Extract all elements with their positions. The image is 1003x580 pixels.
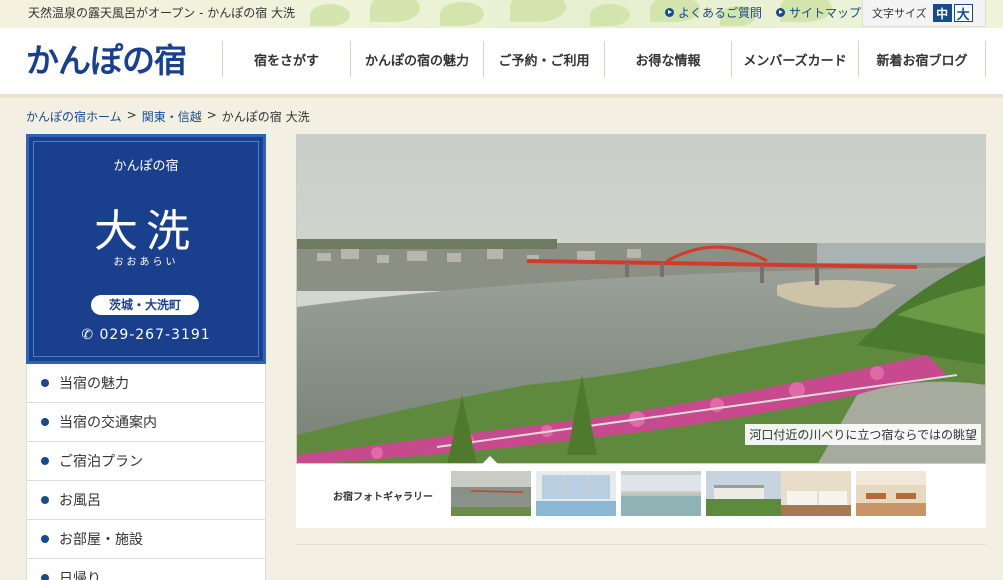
- side-item-day-trip[interactable]: 日帰り: [26, 559, 266, 580]
- hotel-brand: かんぽの宿: [113, 159, 179, 174]
- breadcrumb-region[interactable]: 関東・信越: [142, 108, 202, 125]
- nav-appeal[interactable]: かんぽの宿の魅力: [350, 41, 483, 77]
- header-divider: [0, 94, 1003, 98]
- side-menu: 当宿の魅力 当宿の交通案内 ご宿泊プラン お風呂 お部屋・施設 日帰り: [26, 364, 266, 580]
- main-nav: 宿をさがす かんぽの宿の魅力 ご予約・ご利用 お得な情報 メンバーズカード 新着…: [222, 41, 986, 77]
- side-item-rooms[interactable]: お部屋・施設: [26, 520, 266, 559]
- top-links: よくあるご質問 サイトマップ: [665, 4, 861, 21]
- photo-gallery: お宿フォトギャラリー: [296, 456, 986, 528]
- bullet-icon: [41, 379, 49, 387]
- nav-members-card[interactable]: メンバーズカード: [731, 41, 858, 77]
- nav-search-hotels[interactable]: 宿をさがす: [222, 41, 350, 77]
- font-size-large-button[interactable]: 大: [953, 4, 973, 23]
- side-item-appeal[interactable]: 当宿の魅力: [26, 364, 266, 403]
- top-banner: 天然温泉の露天風呂がオープン - かんぽの宿 大洗 よくあるご質問 サイトマップ…: [0, 0, 1003, 28]
- font-size-switcher: 文字サイズ 中 大: [862, 0, 986, 27]
- breadcrumb-home[interactable]: かんぽの宿ホーム: [26, 108, 122, 125]
- gallery-pointer-icon: [482, 456, 498, 464]
- bridge-view-thumb: [451, 471, 531, 516]
- section-divider: [296, 544, 986, 545]
- photo-caption: 河口付近の川べりに立つ宿ならではの眺望: [745, 424, 981, 445]
- sitemap-link[interactable]: サイトマップ: [776, 4, 861, 21]
- side-item-bath[interactable]: お風呂: [26, 481, 266, 520]
- breadcrumb-current: かんぽの宿 大洗: [221, 110, 310, 124]
- phone-icon: ✆: [81, 327, 95, 343]
- hotel-card: かんぽの宿 大洗 おおあらい 茨城・大洗町 ✆ 029-267-3191: [26, 134, 266, 364]
- nav-blog[interactable]: 新着お宿ブログ: [858, 41, 986, 77]
- gallery-thumb-5[interactable]: [781, 471, 861, 516]
- gallery-label: お宿フォトギャラリー: [333, 492, 433, 503]
- bullet-icon: [41, 457, 49, 465]
- nav-deals[interactable]: お得な情報: [604, 41, 731, 77]
- site-logo[interactable]: かんぽの宿: [26, 34, 187, 82]
- gallery-thumb-1[interactable]: [451, 471, 531, 516]
- site-header: かんぽの宿 宿をさがす かんぽの宿の魅力 ご予約・ご利用 お得な情報 メンバーズ…: [0, 28, 1003, 94]
- bullet-icon: [41, 496, 49, 504]
- font-size-medium-button[interactable]: 中: [932, 4, 952, 22]
- breadcrumb-separator: >: [206, 108, 217, 122]
- river-view-image: [297, 135, 985, 463]
- hotel-location-badge: 茨城・大洗町: [91, 295, 199, 315]
- arrow-circle-icon: [665, 8, 674, 17]
- side-item-access[interactable]: 当宿の交通案内: [26, 403, 266, 442]
- hotel-phone-number: 029-267-3191: [99, 327, 211, 343]
- arrow-circle-icon: [776, 8, 786, 17]
- bullet-icon: [41, 574, 49, 580]
- nav-reservation[interactable]: ご予約・ご利用: [483, 41, 604, 77]
- site-tagline: 天然温泉の露天風呂がオープン - かんぽの宿 大洗: [28, 6, 296, 20]
- restaurant-thumb: [856, 471, 926, 516]
- bullet-icon: [41, 535, 49, 543]
- faq-link[interactable]: よくあるご質問: [665, 4, 762, 21]
- gallery-thumb-2[interactable]: [536, 471, 616, 516]
- indoor-bath-thumb: [621, 471, 701, 516]
- gallery-thumb-3[interactable]: [621, 471, 701, 516]
- main-photo: 河口付近の川べりに立つ宿ならではの眺望: [296, 134, 986, 464]
- breadcrumb: かんぽの宿ホーム > 関東・信越 > かんぽの宿 大洗: [26, 108, 310, 125]
- guest-room-thumb: [781, 471, 851, 516]
- gallery-thumb-4[interactable]: [706, 471, 786, 516]
- hotel-name-reading: おおあらい: [113, 257, 179, 268]
- font-size-label: 文字サイズ: [872, 7, 927, 20]
- bath-window-thumb: [536, 471, 616, 516]
- bullet-icon: [41, 418, 49, 426]
- hotel-name: 大洗: [94, 206, 198, 257]
- hotel-building-thumb: [706, 471, 786, 516]
- breadcrumb-separator: >: [126, 108, 137, 122]
- side-item-plans[interactable]: ご宿泊プラン: [26, 442, 266, 481]
- hotel-phone: ✆ 029-267-3191: [29, 327, 263, 343]
- gallery-thumb-6[interactable]: [856, 471, 936, 516]
